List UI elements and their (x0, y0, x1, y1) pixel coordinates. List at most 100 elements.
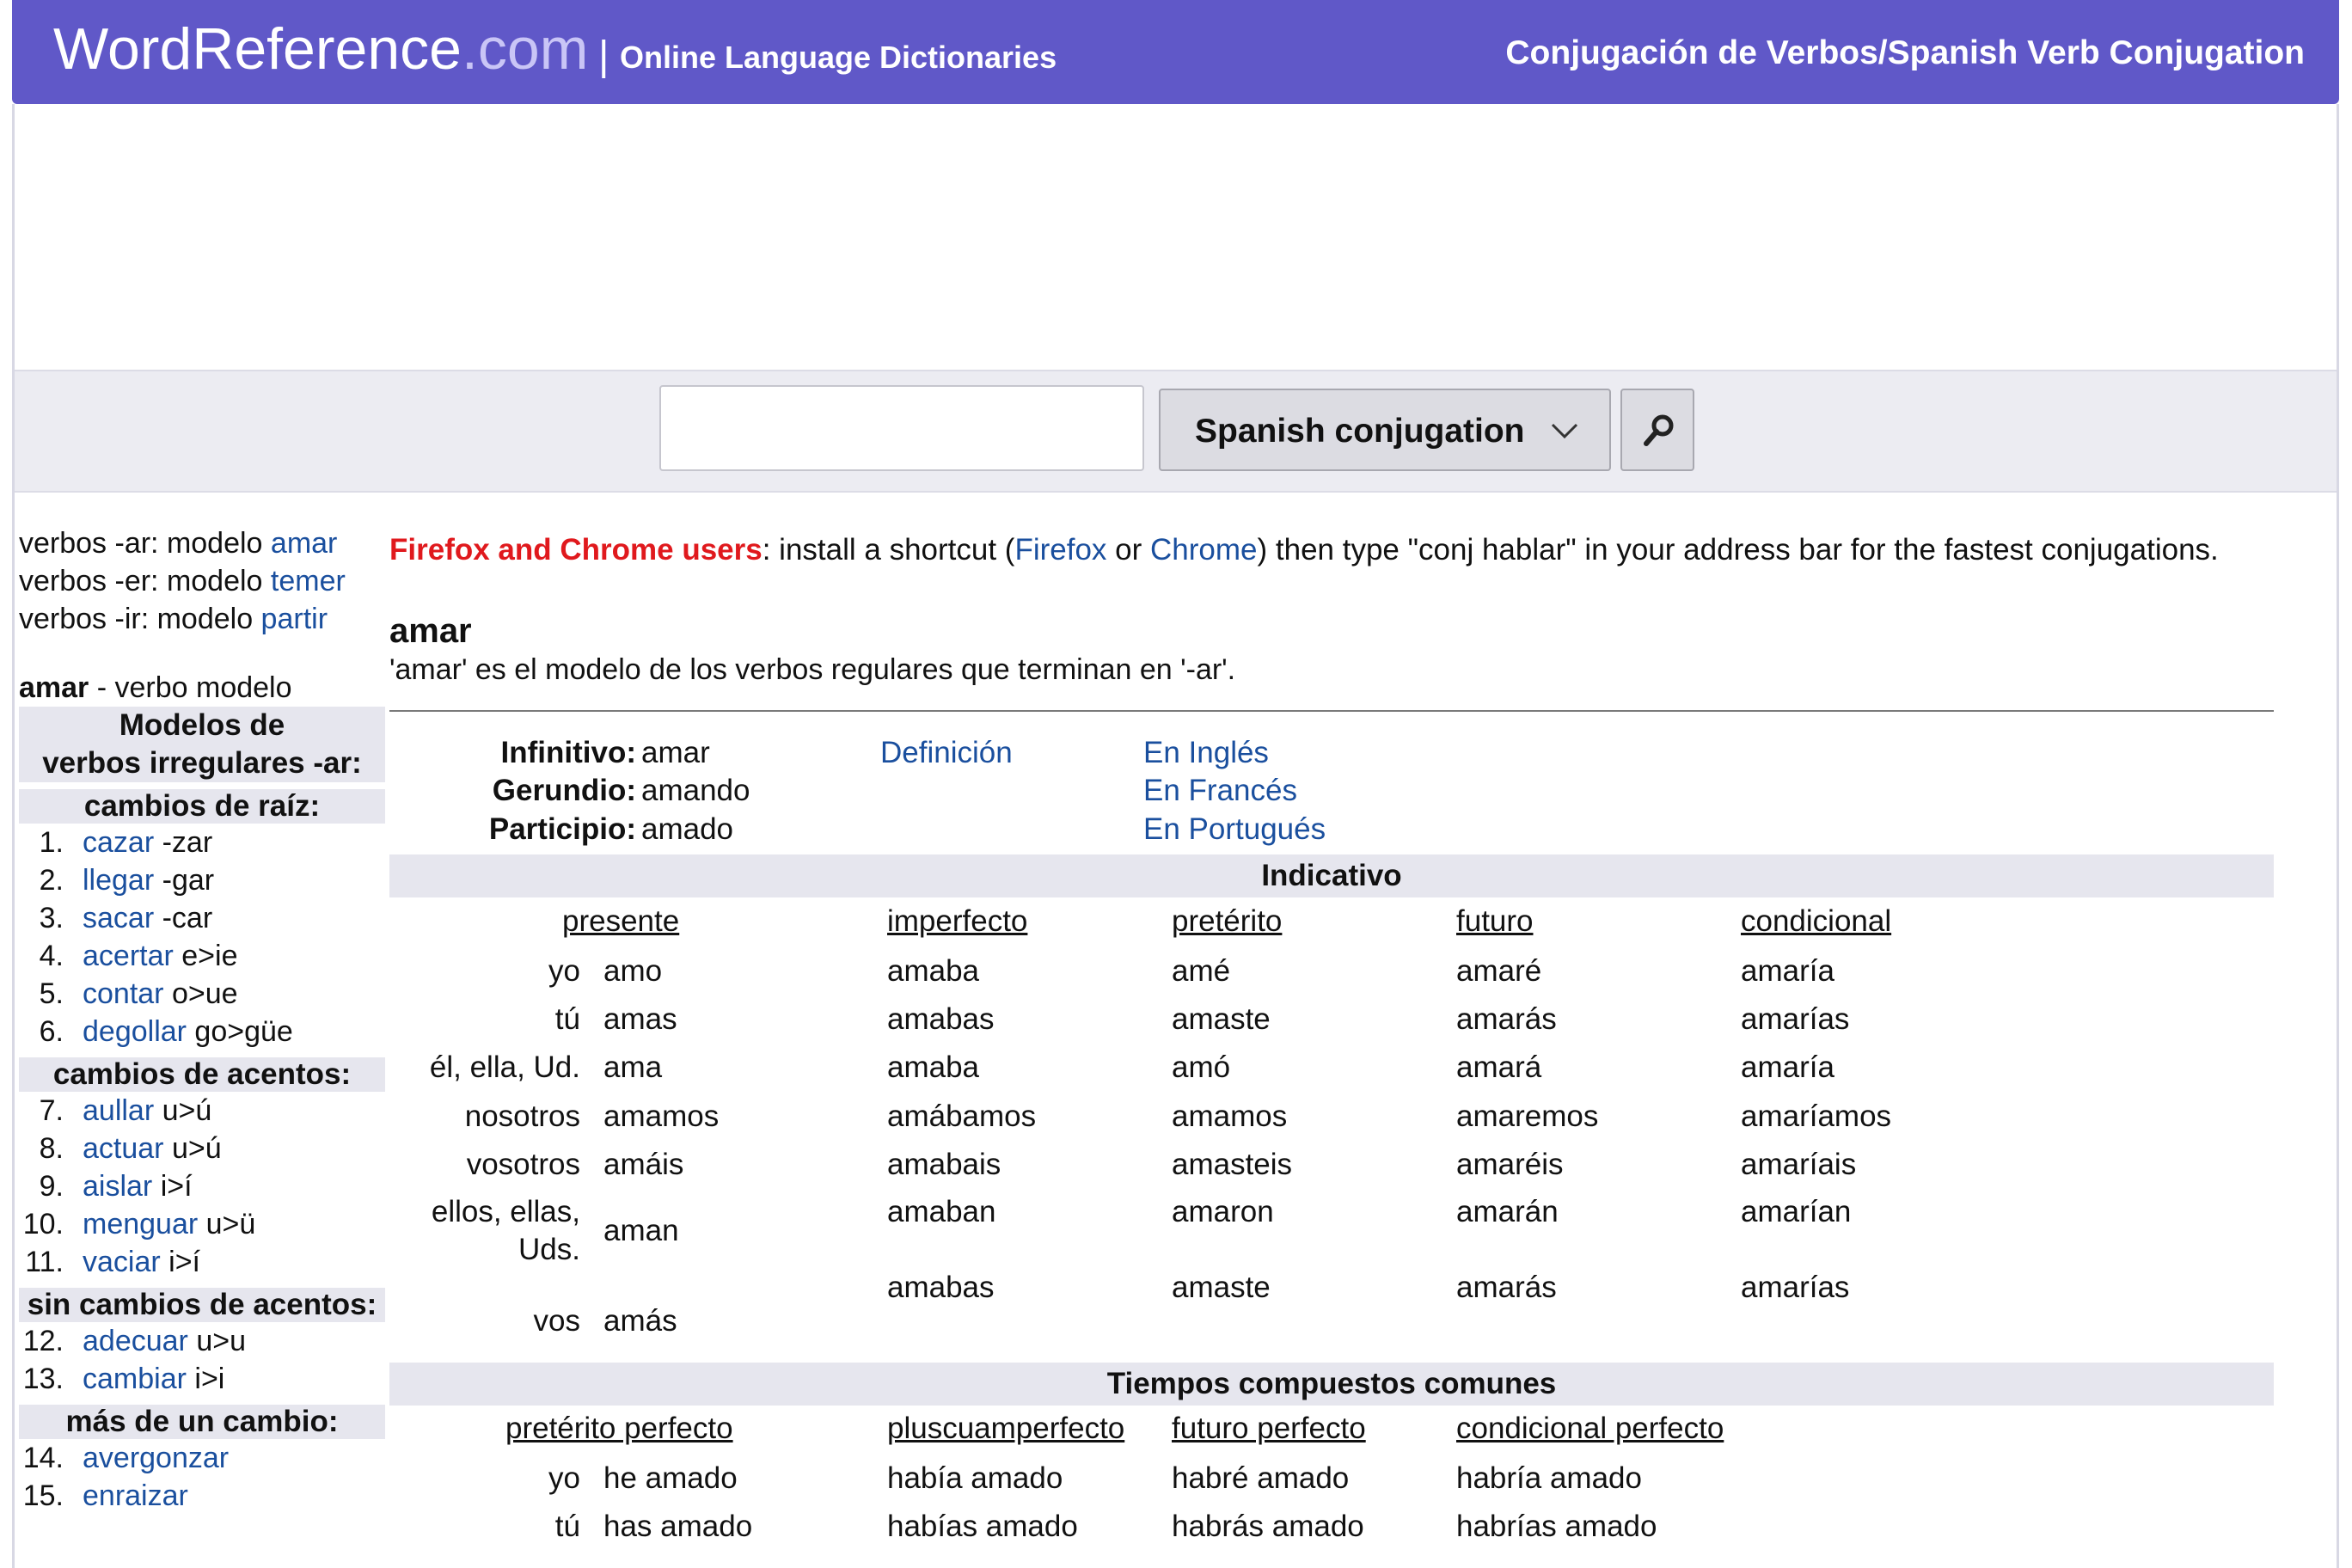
english-link[interactable]: En Inglés (1143, 736, 1269, 770)
sidebar-verb-number: 10. (22, 1208, 64, 1240)
gerundio-value: amando (641, 774, 750, 807)
promo-text-1: : install a shortcut ( (762, 533, 1015, 567)
indicativo-column-header: presente (562, 904, 680, 938)
sidebar-verb-item: 9. aislar i>í (19, 1167, 385, 1205)
conjugation-cell: habías amado (887, 1510, 1078, 1543)
conjugation-cell: has amado (603, 1510, 753, 1543)
logo-domain[interactable]: .com (462, 16, 588, 82)
conjugation-cell: amaré (1456, 954, 1542, 988)
sidebar-verb-item: 11. vaciar i>í (19, 1243, 385, 1281)
firefox-link[interactable]: Firefox (1014, 533, 1106, 567)
verb-title: amar (389, 612, 472, 650)
search-icon (1644, 414, 1674, 446)
sidebar-verb-item: 2. llegar -gar (19, 861, 385, 899)
ad-space (15, 104, 2337, 370)
site-header: WordReference.com | Online Language Dict… (12, 0, 2339, 104)
sidebar-verb-note: e>ie (173, 940, 238, 972)
french-link[interactable]: En Francés (1143, 774, 1297, 808)
current-verb-name: amar (19, 671, 89, 704)
sidebar-section-heading: cambios de acentos: (19, 1057, 385, 1092)
header-tagline[interactable]: Online Language Dictionaries (620, 40, 1057, 76)
model-ar: verbos -ar: modelo amar (19, 524, 385, 562)
conjugation-cell: amaríais (1741, 1148, 1857, 1181)
main-content: Firefox and Chrome users: install a shor… (389, 533, 2275, 1543)
sidebar-verb-link[interactable]: llegar (83, 864, 154, 897)
model-er: verbos -er: modelo temer (19, 562, 385, 600)
page-title: Conjugación de Verbos/Spanish Verb Conju… (1505, 34, 2305, 71)
sidebar-verb-link[interactable]: acertar (83, 940, 174, 972)
indicativo-column-header: imperfecto (887, 904, 1028, 938)
chevron-down-icon (1551, 423, 1578, 439)
model-er-label: verbos -er: modelo (19, 565, 271, 597)
conjugation-cell: amarías (1741, 1271, 1850, 1304)
sidebar-verb-note: -zar (154, 826, 213, 859)
sidebar-verb-link[interactable]: enraizar (83, 1479, 188, 1512)
sidebar-verb-note: -gar (154, 864, 215, 897)
sidebar-verb-item: 1. cazar -zar (19, 824, 385, 861)
sidebar-verb-note: i>í (160, 1246, 201, 1278)
conjugation-cell: habré amado (1172, 1461, 1350, 1495)
sidebar-verb-note: i>i (186, 1363, 225, 1395)
sidebar-sections: cambios de raíz: 1. cazar -zar 2. llegar -ga… (19, 789, 385, 1515)
search-input[interactable] (659, 385, 1144, 471)
compuestos-band: Tiempos compuestos comunes (389, 1363, 2274, 1406)
conjugation-cell: amabais (887, 1148, 1001, 1181)
sidebar-verb-link[interactable]: actuar (83, 1132, 164, 1165)
sidebar-section-heading: cambios de raíz: (19, 789, 385, 824)
sidebar-verb-link[interactable]: aullar (83, 1094, 154, 1127)
pronoun-label: tú (554, 1510, 580, 1543)
sidebar-verb-note: i>í (152, 1170, 193, 1203)
irregular-models-heading-line2: verbos irregulares -ar: (42, 746, 362, 780)
sidebar-verb-link[interactable]: menguar (83, 1208, 198, 1240)
model-ar-label: verbos -ar: modelo (19, 527, 271, 560)
sidebar-verb-note: u>u (187, 1325, 246, 1357)
sidebar-verb-number: 14. (22, 1442, 64, 1474)
sidebar-verb-link[interactable]: cambiar (83, 1363, 187, 1395)
conjugation-cell: amarás (1456, 1271, 1557, 1304)
pronoun-label: vos (533, 1304, 580, 1338)
sidebar-verb-link[interactable]: sacar (83, 902, 154, 934)
model-ir-link[interactable]: partir (261, 603, 328, 635)
sidebar-verb-link[interactable]: contar (83, 977, 164, 1010)
conjugation-cell: amábamos (887, 1099, 1037, 1133)
conjugation-cell: aman (603, 1214, 679, 1247)
conjugation-cell: he amado (603, 1461, 738, 1495)
sidebar-verb-item: 15. enraizar (19, 1477, 385, 1515)
promo-highlight: Firefox and Chrome users (389, 533, 763, 567)
promo-text-2: ) then type "conj hablar" in your addres… (1257, 533, 2219, 567)
search-button[interactable] (1620, 389, 1694, 471)
chrome-link[interactable]: Chrome (1150, 533, 1257, 567)
conjugation-cell: amó (1172, 1050, 1231, 1084)
pronoun-label: tú (554, 1002, 580, 1036)
browser-shortcut-promo: Firefox and Chrome users: install a shor… (389, 533, 2275, 576)
site-logo[interactable]: WordReference.com (53, 15, 588, 83)
sidebar-verb-link[interactable]: vaciar (83, 1246, 161, 1278)
sidebar-verb-link[interactable]: degollar (83, 1015, 187, 1048)
sidebar-verb-note: u>ú (154, 1094, 212, 1127)
indicativo-band: Indicativo (389, 854, 2274, 897)
sidebar-verb-link[interactable]: avergonzar (83, 1442, 229, 1474)
logo-main[interactable]: WordReference (53, 16, 462, 82)
compuestos-column-header: condicional perfecto (1456, 1412, 1724, 1445)
sidebar-verb-item: 6. degollar go>güe (19, 1013, 385, 1050)
participio-value: amado (641, 812, 734, 846)
indicativo-column-header: pretérito (1172, 904, 1283, 938)
conjugation-cell: amo (603, 954, 663, 988)
sidebar-verb-number: 4. (39, 940, 64, 972)
sidebar-verb-link[interactable]: cazar (83, 826, 154, 859)
model-er-link[interactable]: temer (271, 565, 346, 597)
model-ar-link[interactable]: amar (271, 527, 337, 560)
compuestos-column-header: pluscuamperfecto (887, 1412, 1125, 1445)
sidebar-verb-link[interactable]: aislar (83, 1170, 152, 1203)
sidebar-verb-number: 13. (22, 1363, 64, 1395)
definition-link[interactable]: Definición (880, 736, 1013, 770)
pronoun-label: yo (548, 954, 580, 988)
infinitivo-value: amar (641, 736, 710, 769)
dictionary-select[interactable]: Spanish conjugation (1159, 389, 1611, 471)
conjugation-cell: amaría (1741, 1050, 1834, 1084)
sidebar-verb-link[interactable]: adecuar (83, 1325, 188, 1357)
promo-or: or (1106, 533, 1151, 567)
sidebar-verb-number: 9. (39, 1170, 64, 1203)
portuguese-link[interactable]: En Portugués (1143, 812, 1326, 847)
